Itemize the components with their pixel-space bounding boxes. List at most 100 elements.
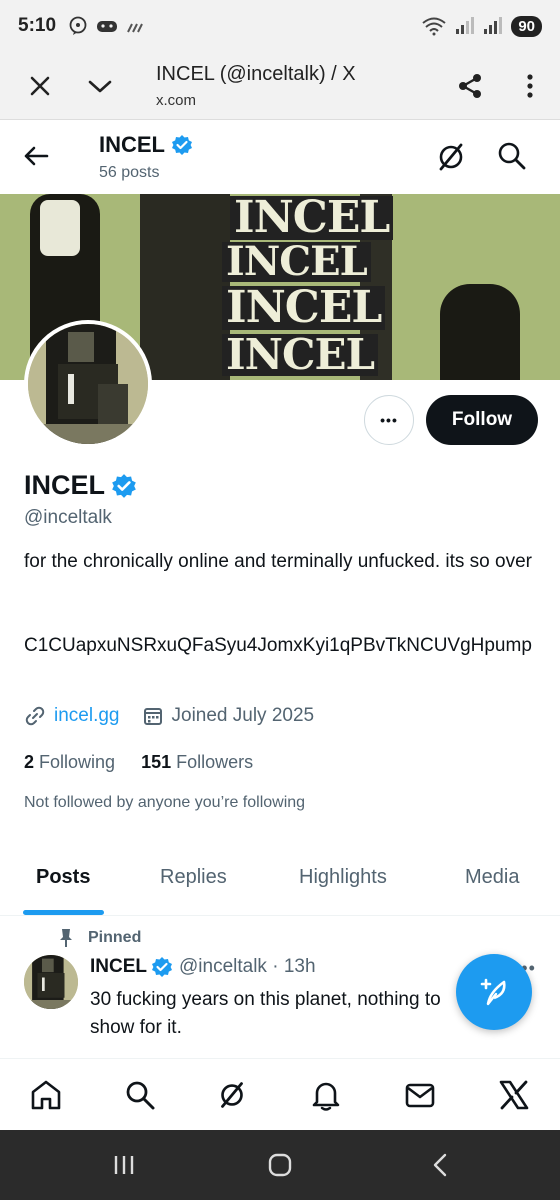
grok-button[interactable] (432, 138, 470, 181)
nav-home[interactable] (28, 1077, 64, 1113)
minimize-tab-button[interactable] (70, 58, 130, 114)
verified-badge-icon (112, 473, 136, 498)
header-post-count: 56 posts (99, 164, 160, 181)
banner-word-2: INCEL (222, 242, 371, 282)
grok-icon (221, 1082, 243, 1108)
status-right: 90 (421, 15, 542, 37)
arrow-left-icon (24, 146, 49, 166)
battery-indicator: 90 (511, 15, 542, 37)
calendar-icon (143, 708, 162, 725)
game-controller-icon (97, 21, 118, 32)
banner-word-3: INCEL (222, 286, 386, 330)
home-circle-icon (268, 1153, 292, 1177)
nav-messages[interactable] (402, 1077, 438, 1113)
nav-x-premium[interactable] (496, 1077, 532, 1113)
banner-word-4: INCEL (222, 334, 379, 376)
search-icon (126, 1081, 155, 1110)
home-icon (31, 1080, 61, 1110)
browser-url: x.com (156, 91, 197, 109)
x-logo-icon (499, 1080, 529, 1110)
avatar-image (24, 955, 78, 1009)
profile-bio-code: C1CUapxuNSRxuQFaSyu4JomxKyi1qPBvTkNCUVgH… (24, 635, 532, 656)
avatar-image (28, 324, 148, 444)
nav-grok[interactable] (214, 1077, 250, 1113)
close-tab-button[interactable] (10, 58, 70, 114)
tab-posts[interactable]: Posts (36, 866, 90, 889)
pinned-label-row: Pinned (58, 928, 141, 948)
back-system-button[interactable] (424, 1150, 456, 1180)
not-followed-notice: Not followed by anyone you’re following (24, 794, 306, 811)
home-system-button[interactable] (264, 1150, 296, 1180)
grok-icon (439, 143, 463, 171)
recent-apps-button[interactable] (108, 1150, 140, 1180)
link-icon (25, 706, 45, 726)
profile-name: INCEL (24, 470, 137, 501)
verified-badge-icon (172, 135, 192, 155)
share-icon (459, 73, 481, 98)
tweet-handle-time: @inceltalk · 13h (179, 956, 316, 977)
followers-count: 151 (141, 752, 172, 772)
banner-block-center (140, 194, 230, 380)
profile-tabs: Posts Replies Highlights Media (0, 850, 560, 916)
compose-button[interactable] (456, 954, 532, 1030)
close-icon (30, 76, 50, 95)
signal-off-icon (127, 23, 143, 33)
notification-icons (68, 16, 146, 36)
back-button[interactable] (16, 136, 56, 176)
banner-figure-right (440, 284, 520, 380)
search-icon (498, 142, 526, 170)
chat-bubble-icon (69, 16, 87, 35)
profile-name-text: INCEL (24, 470, 105, 500)
status-bar: 5:10 90 (0, 0, 560, 52)
profile-avatar[interactable] (24, 320, 152, 448)
tab-replies[interactable]: Replies (160, 866, 227, 889)
browser-menu-button[interactable] (500, 58, 560, 114)
tweet-text: 30 fucking years on this planet, nothing… (90, 989, 441, 1038)
profile-top-bar: INCEL 56 posts (0, 122, 560, 194)
active-tab-indicator (23, 910, 104, 915)
pin-icon (60, 929, 72, 947)
browser-toolbar: INCEL (@inceltalk) / X x.com (0, 52, 560, 120)
compose-feather-icon (480, 978, 506, 1006)
more-vertical-icon (527, 73, 533, 98)
followers-label: Followers (176, 752, 254, 772)
verified-badge-icon (152, 957, 172, 977)
nav-notifications[interactable] (308, 1077, 344, 1113)
chevron-left-icon (433, 1153, 447, 1177)
tweet-avatar[interactable] (24, 955, 78, 1009)
profile-joined-date: Joined July 2025 (171, 705, 315, 726)
signal-bars-2-icon (484, 17, 503, 34)
android-nav-bar (0, 1130, 560, 1200)
tweet-header: INCEL @inceltalk · 13h (90, 956, 316, 978)
following-label: Following (39, 752, 116, 772)
share-button[interactable] (440, 58, 500, 114)
bell-icon (312, 1082, 340, 1111)
follow-button[interactable]: Follow (426, 395, 538, 445)
followers-link[interactable]: 151 Followers (141, 752, 253, 773)
header-name: INCEL (99, 132, 193, 158)
wifi-icon (422, 17, 446, 36)
chevron-down-icon (88, 80, 112, 92)
profile-bio: for the chronically online and terminall… (24, 551, 532, 572)
tab-media[interactable]: Media (465, 866, 519, 889)
profile-more-button[interactable]: ••• (364, 395, 414, 445)
follow-stats: 2 Following 151 Followers (24, 752, 253, 773)
profile-meta: incel.gg Joined July 2025 (24, 705, 314, 727)
tweet-author-name[interactable]: INCEL (90, 956, 147, 978)
following-link[interactable]: 2 Following (24, 752, 115, 773)
banner-word-1: INCEL (230, 196, 394, 240)
profile-website-link[interactable]: incel.gg (54, 705, 120, 727)
header-name-text: INCEL (99, 132, 165, 157)
signal-bars-icon (456, 17, 475, 34)
pinned-label: Pinned (88, 929, 142, 946)
more-dots: ••• (380, 412, 398, 428)
mail-icon (405, 1083, 435, 1108)
nav-explore[interactable] (122, 1077, 158, 1113)
banner-figure-left-head (40, 200, 80, 256)
recent-apps-icon (114, 1156, 134, 1174)
browser-title-area: INCEL (@inceltalk) / X x.com (156, 63, 440, 109)
tab-highlights[interactable]: Highlights (299, 866, 387, 889)
bottom-nav (0, 1058, 560, 1130)
browser-page-title: INCEL (@inceltalk) / X (156, 62, 356, 85)
profile-search-button[interactable] (494, 138, 530, 179)
